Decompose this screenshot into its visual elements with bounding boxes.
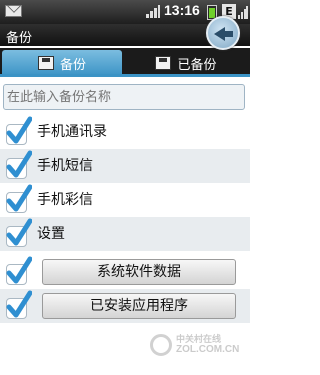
watermark-en: ZOL.COM.CN	[176, 344, 240, 355]
check-icon	[6, 184, 32, 212]
watermark: 中关村在线 ZOL.COM.CN	[150, 330, 240, 370]
item-label: 手机通讯录	[37, 124, 107, 140]
zol-logo-icon	[150, 334, 172, 356]
tab-backup-label: 备份	[59, 57, 86, 73]
tab-bar: 备份 已备份	[0, 48, 250, 76]
item-label: 手机彩信	[37, 192, 93, 208]
check-icon	[6, 290, 32, 318]
disk-icon	[155, 56, 172, 70]
back-button[interactable]	[206, 16, 240, 50]
page-title: 备份	[6, 31, 33, 46]
disk-download-icon	[37, 56, 54, 70]
installed-apps-button[interactable]: 已安装应用程序	[42, 293, 236, 319]
mail-icon[interactable]	[5, 5, 22, 17]
list-item: 系统软件数据	[0, 255, 250, 289]
system-data-checkbox[interactable]	[4, 256, 32, 286]
sms-checkbox[interactable]	[4, 150, 32, 180]
list-item[interactable]: 手机彩信	[0, 183, 250, 217]
cell-signal-icon	[238, 4, 248, 19]
tab-backed-up[interactable]: 已备份	[124, 50, 248, 76]
item-label: 手机短信	[37, 158, 93, 174]
check-icon	[6, 218, 32, 246]
system-software-data-button[interactable]: 系统软件数据	[42, 259, 236, 285]
installed-apps-checkbox[interactable]	[4, 290, 32, 320]
check-icon	[6, 256, 32, 284]
signal-icon	[146, 4, 160, 18]
list-item[interactable]: 设置	[0, 217, 250, 251]
check-icon	[6, 150, 32, 178]
check-icon	[6, 116, 32, 144]
clock: 13:16	[164, 2, 200, 18]
tab-backed-up-label: 已备份	[177, 57, 217, 73]
mms-checkbox[interactable]	[4, 184, 32, 214]
list-item[interactable]: 手机短信	[0, 149, 250, 183]
list-item: 已安装应用程序	[0, 289, 250, 323]
contacts-checkbox[interactable]	[4, 116, 32, 146]
backup-name-input[interactable]	[3, 84, 245, 110]
tab-backup[interactable]: 备份	[2, 50, 122, 76]
tab-underline	[0, 74, 250, 77]
settings-checkbox[interactable]	[4, 218, 32, 248]
list-item[interactable]: 手机通讯录	[0, 115, 250, 149]
item-label: 设置	[37, 226, 65, 242]
